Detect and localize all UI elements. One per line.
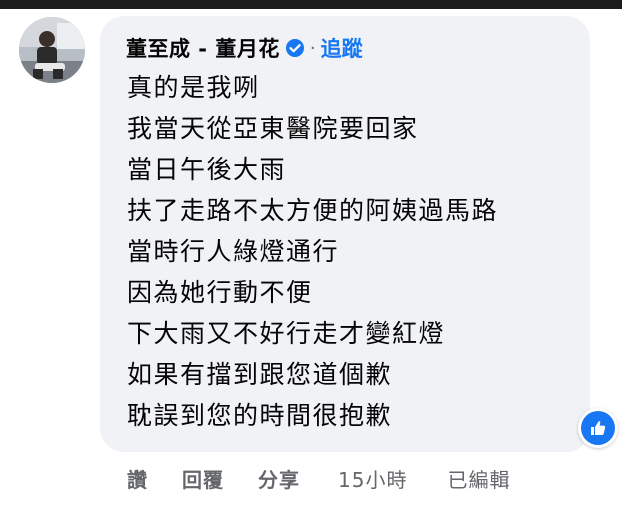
comment-actions: 讚 回覆 分享 15小時 已編輯 [127, 463, 510, 493]
reaction-summary[interactable]: 2 [578, 408, 622, 448]
comment-message: 真的是我咧 我當天從亞東醫院要回家 當日午後大雨 扶了走路不太方便的阿姨過馬路 … [127, 67, 582, 436]
verified-badge-icon [285, 38, 305, 58]
reaction-bubble [578, 408, 618, 448]
top-bar [0, 0, 622, 9]
edited-label[interactable]: 已編輯 [447, 464, 510, 493]
like-icon [581, 411, 615, 445]
like-button[interactable]: 讚 [127, 464, 148, 493]
message-line: 因為她行動不便 [127, 278, 313, 307]
message-line: 下大雨又不好行走才變紅燈 [127, 319, 446, 348]
author-name[interactable]: 董至成 - 董月花 [126, 33, 280, 63]
message-line: 扶了走路不太方便的阿姨過馬路 [127, 196, 499, 225]
message-line: 真的是我咧 [127, 73, 260, 102]
follow-button[interactable]: 追蹤 [321, 33, 363, 63]
avatar[interactable] [19, 17, 85, 83]
share-button[interactable]: 分享 [258, 464, 300, 493]
separator-dot: · [309, 37, 316, 59]
message-line: 如果有擋到跟您道個歉 [127, 360, 393, 389]
comment-timestamp[interactable]: 15小時 [338, 464, 407, 493]
message-line: 當日午後大雨 [127, 155, 287, 184]
message-line: 我當天從亞東醫院要回家 [127, 114, 419, 143]
message-line: 當時行人綠燈通行 [127, 237, 340, 266]
comment-header: 董至成 - 董月花 · 追蹤 [126, 33, 363, 63]
message-line: 耽誤到您的時間很抱歉 [127, 401, 393, 430]
reply-button[interactable]: 回覆 [182, 464, 224, 493]
